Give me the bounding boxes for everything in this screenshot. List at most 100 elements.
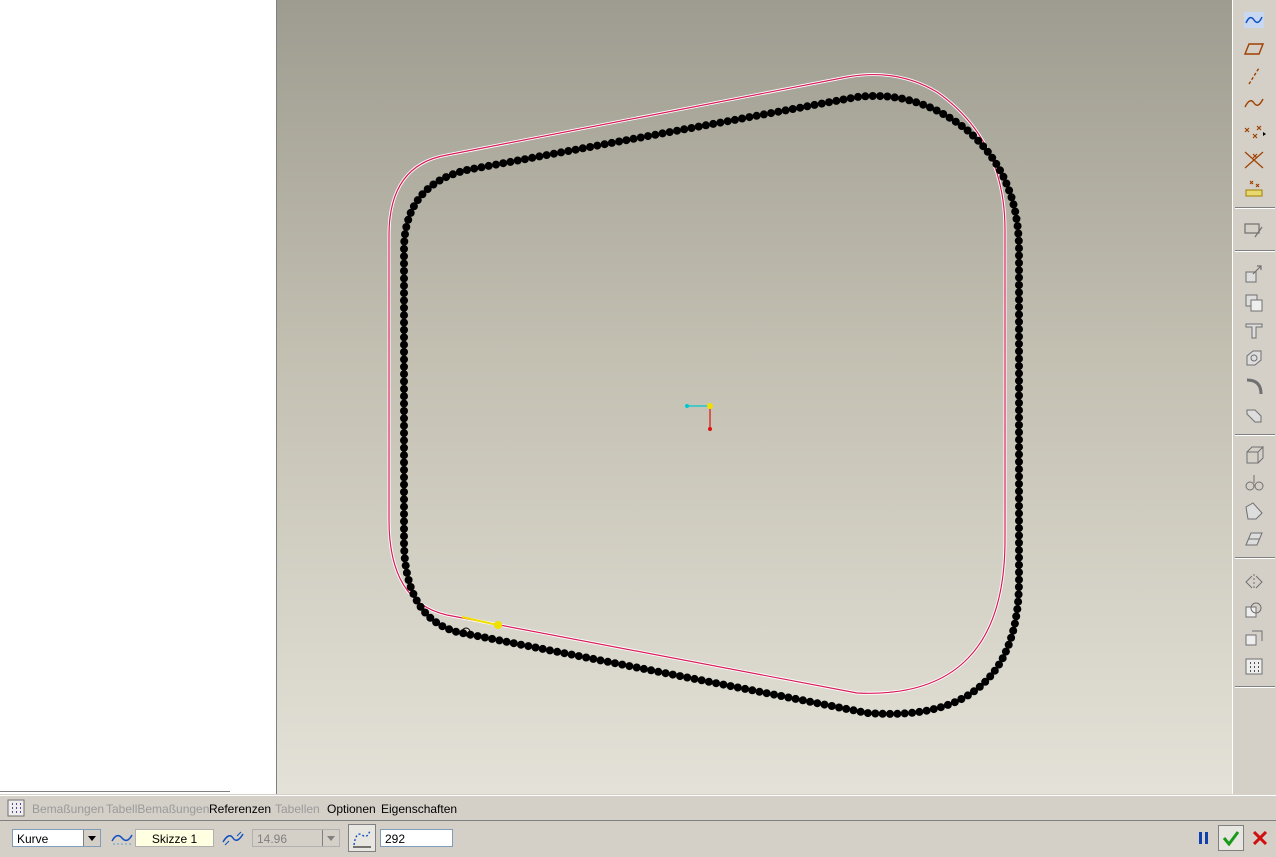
toolbar-separator	[1235, 434, 1275, 436]
pattern-point	[400, 495, 408, 504]
curve-reference-icon[interactable]	[110, 826, 134, 850]
pattern-point	[1015, 538, 1023, 547]
chamfer-icon[interactable]	[1241, 527, 1267, 551]
pattern-point	[400, 348, 408, 356]
pattern-point	[704, 677, 713, 686]
pattern-point	[922, 706, 931, 715]
tab-referenzen[interactable]: Referenzen	[209, 802, 271, 816]
number-of-points-value: 292	[385, 832, 406, 846]
pattern-point	[506, 157, 515, 166]
pattern-point	[1015, 553, 1023, 562]
blend-icon[interactable]	[1241, 346, 1267, 370]
pattern-table-icon[interactable]	[4, 796, 28, 820]
spacing-icon[interactable]	[221, 826, 245, 850]
tab-eigenschaften[interactable]: Eigenschaften	[381, 802, 457, 816]
trim-icon[interactable]	[1241, 626, 1267, 650]
pattern-point	[658, 129, 667, 138]
pattern-point	[644, 132, 652, 141]
datum-point-icon[interactable]	[1241, 120, 1267, 144]
pattern-type-select[interactable]: Kurve	[12, 829, 101, 847]
pattern-point	[1015, 406, 1023, 415]
pattern-point	[480, 633, 489, 642]
spacing-field[interactable]: 14.96	[252, 829, 340, 847]
merge-icon[interactable]	[1241, 598, 1267, 622]
pattern-point	[400, 421, 408, 430]
tab-optionen[interactable]: Optionen	[327, 802, 376, 816]
datum-plane-icon[interactable]	[1241, 37, 1267, 61]
pattern-point	[1015, 502, 1023, 510]
pattern-point	[1015, 325, 1023, 334]
pattern-point	[400, 407, 408, 415]
mirror-icon[interactable]	[1241, 570, 1267, 594]
pattern-point	[455, 167, 464, 176]
pattern-point	[759, 110, 768, 119]
pattern-point	[622, 136, 631, 145]
toolbar-separator	[1235, 207, 1275, 209]
pattern-point	[400, 325, 408, 334]
datum-axis-icon[interactable]	[1241, 64, 1267, 88]
pattern-point	[400, 524, 408, 533]
pattern-point	[582, 653, 591, 662]
round-icon[interactable]	[1241, 402, 1267, 426]
pattern-point	[849, 706, 858, 715]
pattern-point	[553, 647, 562, 656]
sweep-icon[interactable]	[1241, 318, 1267, 342]
pattern-point	[629, 134, 638, 143]
revolve-icon[interactable]	[1241, 290, 1267, 314]
draft-icon[interactable]	[1241, 499, 1267, 523]
extrude-icon[interactable]	[1241, 262, 1267, 286]
chevron-down-icon[interactable]	[83, 830, 100, 846]
pattern-point	[400, 480, 408, 489]
pattern-point	[1015, 362, 1023, 370]
hole-icon[interactable]	[1241, 374, 1267, 398]
pattern-point	[400, 502, 408, 511]
tab-bemassungen[interactable]: Bemaßungen	[32, 802, 104, 816]
point-offset-icon[interactable]	[1241, 148, 1267, 172]
shell-icon[interactable]	[1241, 443, 1267, 467]
pattern-point	[835, 703, 843, 712]
pattern-point	[697, 676, 706, 685]
coordinate-system-csys[interactable]	[685, 403, 713, 431]
pattern-point	[402, 568, 411, 577]
tab-tabellbemassungen[interactable]: TabellBemaßungen	[106, 802, 209, 816]
sketch-collector[interactable]: Skizze 1	[135, 829, 214, 847]
pattern-point	[803, 102, 812, 111]
pattern-point	[673, 126, 681, 135]
pattern-point	[908, 708, 917, 717]
rib-icon[interactable]	[1241, 471, 1267, 495]
pattern-point	[936, 703, 945, 712]
pattern-point	[400, 399, 408, 408]
pattern-point	[701, 121, 710, 130]
pattern-point	[1015, 398, 1023, 407]
pattern-point	[1015, 369, 1023, 378]
pattern-point	[680, 125, 689, 134]
number-of-points-field[interactable]: 292	[380, 829, 453, 847]
accept-button[interactable]	[1218, 825, 1244, 851]
pattern-point	[513, 156, 522, 165]
graphics-viewport[interactable]	[277, 0, 1232, 794]
pattern-point	[404, 215, 413, 224]
number-of-points-icon[interactable]	[348, 824, 376, 852]
pattern-point	[1002, 179, 1011, 188]
chevron-down-icon[interactable]	[322, 830, 339, 846]
model-tree-panel[interactable]	[0, 0, 277, 794]
pattern-point	[817, 99, 826, 108]
pattern-point	[791, 694, 800, 703]
annotation-icon[interactable]	[1241, 218, 1267, 242]
pattern-icon[interactable]	[1241, 654, 1267, 678]
sketch-canvas[interactable]	[277, 0, 1232, 794]
sketched-curve-icon[interactable]	[1241, 8, 1267, 32]
pattern-point	[400, 377, 408, 386]
pattern-point	[400, 414, 408, 423]
pause-button[interactable]	[1192, 826, 1216, 850]
panel-divider	[0, 791, 230, 794]
pattern-point	[893, 709, 902, 718]
tab-tabellen[interactable]: Tabellen	[275, 802, 320, 816]
pattern-point	[755, 687, 764, 696]
start-point-handle[interactable]	[494, 621, 502, 629]
point-analysis-icon[interactable]	[1241, 176, 1267, 200]
pattern-point	[400, 554, 409, 563]
cancel-button[interactable]	[1248, 826, 1272, 850]
pattern-point	[1014, 583, 1023, 591]
datum-curve-icon[interactable]	[1241, 91, 1267, 115]
